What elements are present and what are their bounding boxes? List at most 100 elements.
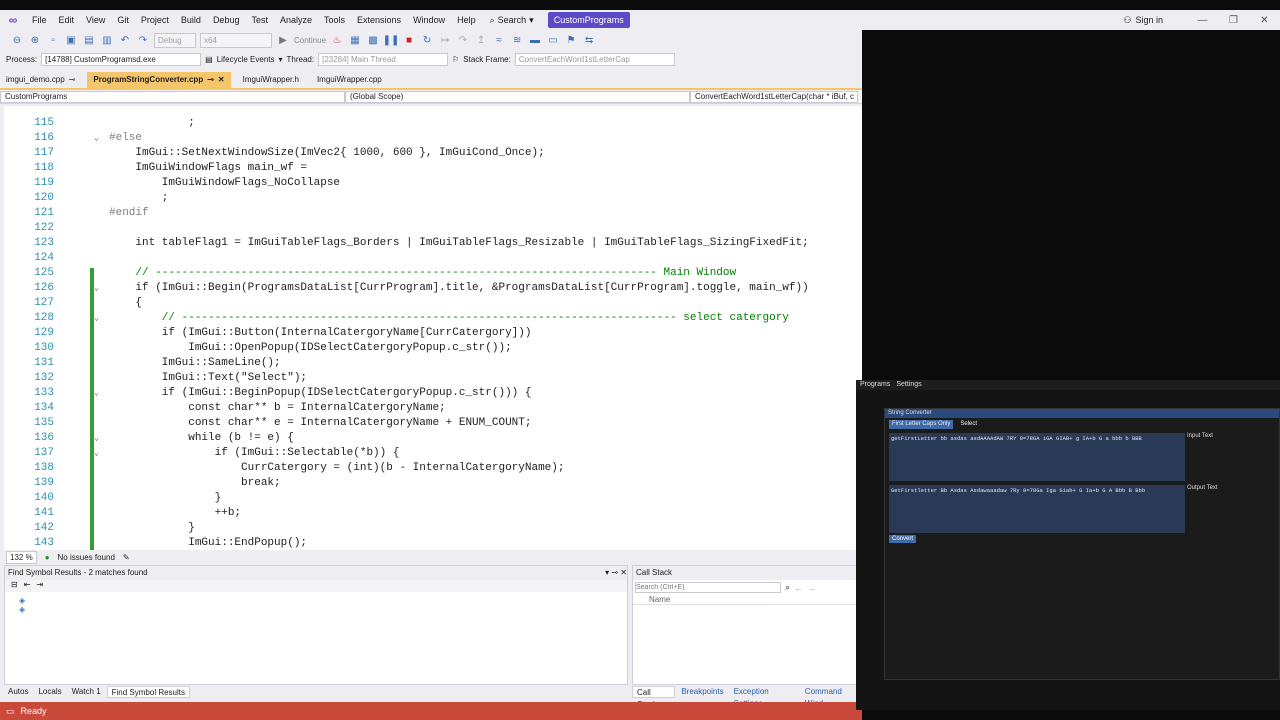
callstack-search-input[interactable] [635,582,781,593]
code-line[interactable]: 137 ⌄ if (ImGui::Selectable(*b)) { [4,446,862,461]
bookmark-icon[interactable]: ⚑ [564,34,578,48]
thread-dropdown[interactable]: [23284] Main Thread [318,53,449,66]
input-textbox[interactable]: getFirstLetter bb asdas asdAAAAdAW 7RY 8… [889,433,1185,481]
step-out-icon[interactable]: ↥ [474,34,488,48]
code-line[interactable]: 140 } [4,491,862,506]
code-line[interactable]: 135 const char** e = InternalCatergoryNa… [4,416,862,431]
tab-find-symbol-results[interactable]: Find Symbol Results [106,686,190,698]
menu-build[interactable]: Build [175,10,207,30]
code-line[interactable]: 115 ; [4,116,862,131]
tab-command-window[interactable]: Command Wind [801,686,862,708]
symbol-result-icon[interactable]: ◈ [19,596,613,605]
code-line[interactable]: 120 ; [4,191,862,206]
convert-button[interactable]: Convert [889,535,917,543]
code-line[interactable]: 128 ⌄ // --------------------------------… [4,311,862,326]
restart-icon[interactable]: ↻ [420,34,434,48]
code-line[interactable]: 134 const char** b = InternalCatergoryNa… [4,401,862,416]
column-header-name[interactable]: Name [633,595,861,605]
code-line[interactable]: 138 CurrCatergory = (int)(b - InternalCa… [4,461,862,476]
code-line[interactable]: 122 [4,221,862,236]
code-line[interactable]: 142 } [4,521,862,536]
menu-tools[interactable]: Tools [318,10,351,30]
layout-icon[interactable]: ▩ [366,34,380,48]
next-result-icon[interactable]: ⇥ [36,580,43,592]
step-icon[interactable]: ↦ [438,34,452,48]
brush-icon[interactable]: ✎ [123,553,130,562]
menu-help[interactable]: Help [451,10,482,30]
continue-icon[interactable]: ▶ [276,34,290,48]
solution-config-dropdown[interactable]: Debug [154,33,196,48]
uncomment-icon[interactable]: ▭ [546,34,560,48]
tab-autos[interactable]: Autos [4,686,32,698]
code-line[interactable]: 117 ImGui::SetNextWindowSize(ImVec2{ 100… [4,146,862,161]
code-line[interactable]: 141 ++b; [4,506,862,521]
forward-icon[interactable]: → [807,583,816,593]
stackframe-dropdown[interactable]: ConvertEachWord1stLetterCap [514,53,675,66]
code-line[interactable]: 118 ImGuiWindowFlags main_wf = [4,161,862,176]
pin-icon[interactable]: ⊸ [611,568,618,577]
project-dropdown[interactable]: CustomPrograms [0,91,345,103]
tab-imgui-demo-cpp[interactable]: imgui_demo.cpp ⊸ [0,72,81,88]
code-line[interactable]: 121 #endif [4,206,862,221]
menu-extensions[interactable]: Extensions [351,10,407,30]
fold-toggle-icon[interactable]: ⌄ [94,446,99,461]
menu-git[interactable]: Git [111,10,135,30]
menu-settings[interactable]: Settings [896,380,921,390]
sign-in-button[interactable]: ⚇ Sign in [1123,15,1163,26]
process-dropdown[interactable]: [14788] CustomProgramsd.exe [41,53,202,66]
code-line[interactable]: 133 ⌄ if (ImGui::BeginPopup(IDSelectCater… [4,386,862,401]
fold-toggle-icon[interactable]: ⌄ [94,386,99,401]
pin-icon[interactable]: ⊸ [207,72,214,88]
continue-button[interactable]: Continue [294,36,326,45]
menu-analyze[interactable]: Analyze [274,10,318,30]
code-line[interactable]: 124 [4,251,862,266]
tab-locals[interactable]: Locals [34,686,65,698]
code-line[interactable]: 116 ⌄ #else [4,131,862,146]
back-icon[interactable]: ⊖ [10,34,24,48]
code-line[interactable]: 132 ImGui::Text("Select"); [4,371,862,386]
window-title[interactable]: String Converter [885,409,1279,418]
minimize-button[interactable]: — [1187,15,1218,26]
fold-toggle-icon[interactable]: ⌄ [94,311,99,326]
tab-watch-1[interactable]: Watch 1 [68,686,105,698]
close-icon[interactable]: ✕ [218,72,225,88]
code-line[interactable]: 131 ImGui::SameLine(); [4,356,862,371]
restore-button[interactable]: ❐ [1218,15,1249,26]
close-icon[interactable]: ✕ [620,568,627,577]
comment-icon[interactable]: ▬ [528,34,542,48]
code-line[interactable]: 129 if (ImGui::Button(InternalCatergoryN… [4,326,862,341]
process-icon[interactable]: ▦ [348,34,362,48]
save-all-icon[interactable]: ▥ [100,34,114,48]
code-line[interactable]: 136 ⌄ while (b != e) { [4,431,862,446]
fold-toggle-icon[interactable]: ⌄ [94,281,99,296]
hot-reload-icon[interactable]: ♨ [330,34,344,48]
save-icon[interactable]: ▤ [82,34,96,48]
tab-imguiwrapper-cpp[interactable]: ImguiWrapper.cpp [311,72,388,88]
bookmark-nav-icon[interactable]: ⇆ [582,34,596,48]
threads-icon[interactable]: ≋ [510,34,524,48]
close-window-button[interactable]: ✕ [1249,15,1280,26]
tab-imguiwrapper-h[interactable]: ImguiWrapper.h [237,72,305,88]
flag-thread-icon[interactable]: ⚐ [452,55,459,64]
scope-dropdown[interactable]: (Global Scope) [345,91,690,103]
lifecycle-events-button[interactable]: Lifecycle Events [217,55,275,64]
issues-status[interactable]: No issues found [58,553,115,562]
code-line[interactable]: 125 // ---------------------------------… [4,266,862,281]
search-icon[interactable]: ⌕ [785,582,790,593]
menu-window[interactable]: Window [407,10,451,30]
symbol-result-icon[interactable]: ◈ [19,605,613,614]
tab-exception-settings[interactable]: Exception Settings [730,686,799,708]
tab-breakpoints[interactable]: Breakpoints [677,686,727,698]
menu-view[interactable]: View [80,10,111,30]
code-line[interactable]: 126 ⌄ if (ImGui::Begin(ProgramsDataList[C… [4,281,862,296]
menu-programs[interactable]: Programs [860,380,890,390]
code-line[interactable]: 119 ImGuiWindowFlags_NoCollapse [4,176,862,191]
code-line[interactable]: 139 break; [4,476,862,491]
step-over-icon[interactable]: ↷ [456,34,470,48]
code-line[interactable]: 130 ImGui::OpenPopup(IDSelectCatergoryPo… [4,341,862,356]
forward-icon[interactable]: ⊕ [28,34,42,48]
code-editor[interactable]: 115 ; 116 ⌄ #else 117 ImGui::SetNextWindowSi… [4,106,862,550]
menu-project[interactable]: Project [135,10,175,30]
back-icon[interactable]: ← [794,583,803,593]
code-line[interactable]: 143 ImGui::EndPopup(); [4,536,862,550]
